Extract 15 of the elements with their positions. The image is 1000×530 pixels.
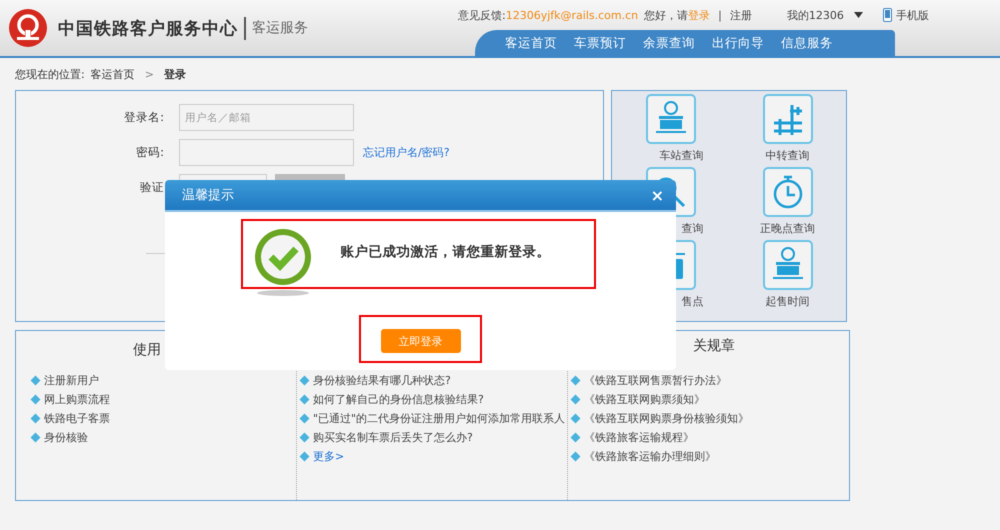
breadcrumb-separator: > [144,68,154,80]
feedback-label: 意见反馈: [458,8,506,22]
greeting-text: 您好，请 [644,8,688,22]
site-subtitle: 客运服务 [252,19,308,37]
breadcrumb-current: 登录 [164,66,186,82]
site-title: 中国铁路客户服务中心 [58,16,246,40]
dialog-message: 账户已成功激活，请您重新登录。 [340,243,550,261]
link-separator: | [718,8,722,22]
dialog-title: 温馨提示 [182,187,234,204]
section-title: 使用 [133,342,161,358]
field-label: 登录名: [123,110,165,125]
breadcrumb-label: 您现在的位置: [15,66,85,82]
field-label: 验证 [139,180,165,195]
field-label: 密码: [135,145,165,160]
section-title: 关规章 [693,338,735,354]
